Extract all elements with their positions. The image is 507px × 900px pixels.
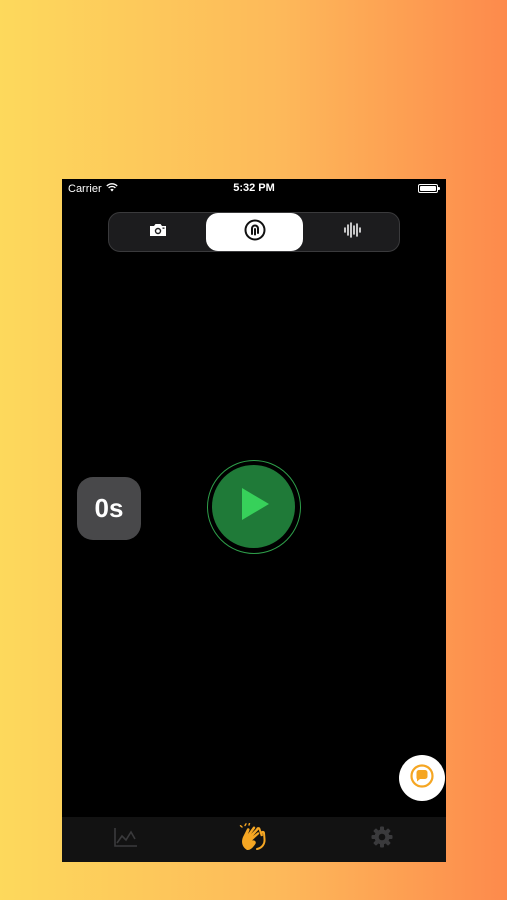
chat-bubble-icon — [409, 763, 435, 794]
status-bar: Carrier 5:32 PM — [62, 179, 446, 199]
play-button-fill — [212, 465, 295, 548]
hands-clap-icon — [238, 822, 270, 856]
camera-icon — [148, 222, 168, 243]
feedback-button[interactable] — [399, 755, 445, 801]
fingerprint-icon — [244, 219, 266, 246]
tab-settings[interactable] — [318, 817, 446, 862]
tab-bar — [62, 817, 446, 862]
play-icon — [236, 486, 272, 527]
play-button[interactable] — [207, 460, 301, 554]
app-screen: Carrier 5:32 PM 0s — [62, 179, 446, 862]
timer-label: 0s — [94, 493, 124, 523]
gear-icon — [371, 826, 393, 853]
mode-camera[interactable] — [109, 213, 206, 251]
chart-line-icon — [114, 827, 138, 852]
waveform-icon — [343, 221, 361, 244]
tab-stats[interactable] — [62, 817, 190, 862]
timer-badge: 0s — [77, 477, 141, 540]
mode-sound[interactable] — [303, 213, 400, 251]
battery-icon — [418, 184, 440, 193]
mode-switch — [108, 212, 400, 252]
mode-touch[interactable] — [206, 213, 303, 251]
tab-tap[interactable] — [190, 817, 318, 862]
status-time: 5:32 PM — [233, 182, 275, 194]
